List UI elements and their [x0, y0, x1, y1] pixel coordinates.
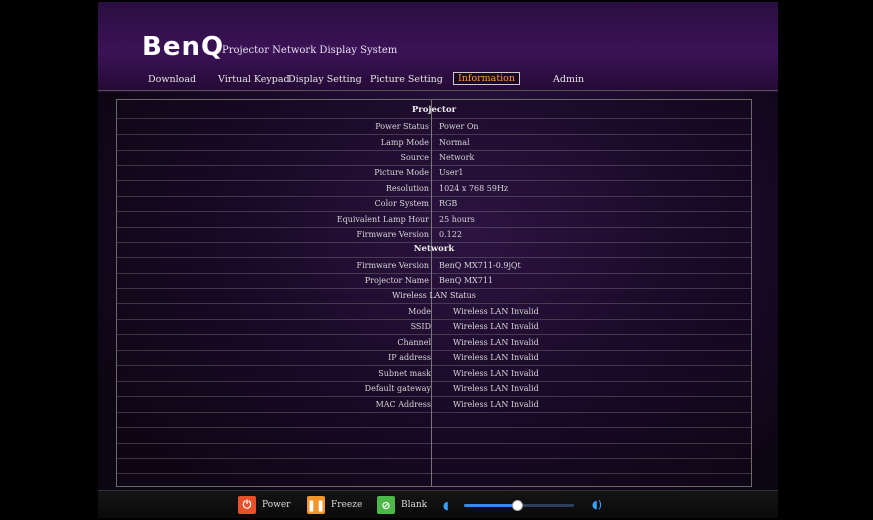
info-value: Wireless LAN Invalid: [453, 400, 539, 409]
nav-picture-setting[interactable]: Picture Setting: [370, 74, 443, 85]
info-value: Wireless LAN Invalid: [453, 384, 539, 393]
header: BenQ Projector Network Display System Do…: [98, 2, 778, 92]
wireless-title: Wireless LAN Status: [392, 291, 476, 300]
info-row: Picture Mode User1: [117, 165, 751, 181]
volume-up-icon[interactable]: ◖): [592, 498, 602, 511]
info-label: Firmware Version: [356, 261, 429, 270]
network-section-header: Network: [117, 242, 751, 258]
info-row: Color System RGB: [117, 196, 751, 212]
volume-slider-fill: [464, 504, 517, 507]
info-label: MAC Address: [375, 400, 431, 409]
info-label: Channel: [397, 338, 431, 347]
nav-virtual-keypad[interactable]: Virtual Keypad: [218, 74, 290, 85]
info-value: BenQ MX711: [439, 276, 494, 285]
info-label: SSID: [410, 322, 431, 331]
freeze-button[interactable]: ❚❚ Freeze: [307, 496, 362, 514]
info-value: Network: [439, 153, 475, 162]
wireless-section-header: Wireless LAN Status: [117, 288, 751, 304]
network-title: Network: [413, 244, 455, 254]
info-label: Color System: [374, 199, 429, 208]
projector-title: Projector: [411, 105, 457, 115]
info-label: Source: [400, 153, 430, 162]
power-icon: ⏻: [238, 496, 256, 514]
blank-icon: ⊘: [377, 496, 395, 514]
empty-row: [117, 412, 751, 428]
info-label: Projector Name: [364, 276, 429, 285]
info-value: BenQ MX711-0.9jQt: [439, 261, 521, 270]
benq-logo: BenQ: [142, 32, 225, 62]
info-value: 25 hours: [439, 215, 475, 224]
freeze-label: Freeze: [331, 500, 363, 510]
app-window: BenQ Projector Network Display System Do…: [0, 0, 873, 520]
info-row: Resolution 1024 x 768 59Hz: [117, 181, 751, 197]
info-row: SSID Wireless LAN Invalid: [117, 319, 751, 335]
info-row: Equivalent Lamp Hour 25 hours: [117, 212, 751, 228]
info-row: Channel Wireless LAN Invalid: [117, 335, 751, 351]
info-value: RGB: [439, 199, 458, 208]
info-row: Source Network: [117, 150, 751, 166]
info-value: User1: [439, 168, 464, 177]
info-label: Firmware Version: [356, 230, 429, 239]
main-nav: Download Virtual Keypad Display Setting …: [98, 72, 778, 88]
info-row: Firmware Version 0.122: [117, 227, 751, 243]
volume-slider[interactable]: [464, 500, 574, 511]
info-row: Default gateway Wireless LAN Invalid: [117, 381, 751, 397]
main-frame: BenQ Projector Network Display System Do…: [98, 2, 778, 518]
empty-row: [117, 458, 751, 474]
information-panel: Projector Power Status Power On Lamp Mod…: [116, 99, 752, 487]
empty-row: [117, 428, 751, 444]
info-value: Wireless LAN Invalid: [453, 353, 539, 362]
info-value: 0.122: [439, 230, 462, 239]
info-label: Default gateway: [364, 384, 431, 393]
blank-button[interactable]: ⊘ Blank: [377, 496, 427, 514]
info-label: Picture Mode: [374, 168, 429, 177]
info-row: Projector Name BenQ MX711: [117, 273, 751, 289]
app-subtitle: Projector Network Display System: [222, 45, 398, 56]
empty-row: [117, 443, 751, 459]
info-value: Wireless LAN Invalid: [453, 322, 539, 331]
info-label: Power Status: [375, 122, 429, 131]
info-row: Power Status Power On: [117, 119, 751, 135]
info-value: 1024 x 768 59Hz: [439, 184, 509, 193]
power-button[interactable]: ⏻ Power: [238, 496, 290, 514]
info-value: Normal: [439, 138, 470, 147]
volume-down-icon[interactable]: ◖: [443, 499, 449, 512]
info-row: Mode Wireless LAN Invalid: [117, 304, 751, 320]
volume-slider-thumb[interactable]: [511, 500, 523, 511]
info-label: Mode: [408, 307, 431, 316]
info-value: Power On: [439, 122, 479, 131]
nav-admin[interactable]: Admin: [553, 74, 584, 85]
blank-label: Blank: [401, 500, 428, 510]
control-bar: ⏻ Power ❚❚ Freeze ⊘ Blank ◖ ◖): [98, 490, 778, 518]
nav-divider: [98, 90, 778, 91]
info-row: IP address Wireless LAN Invalid: [117, 350, 751, 366]
info-label: IP address: [388, 353, 431, 362]
nav-information[interactable]: Information: [452, 72, 521, 85]
info-value: Wireless LAN Invalid: [453, 369, 539, 378]
info-label: Subnet mask: [378, 369, 431, 378]
nav-download[interactable]: Download: [148, 74, 196, 85]
info-label: Equivalent Lamp Hour: [336, 215, 429, 224]
info-value: Wireless LAN Invalid: [453, 307, 539, 316]
info-label: Lamp Mode: [380, 138, 429, 147]
info-row: MAC Address Wireless LAN Invalid: [117, 397, 751, 413]
pause-icon: ❚❚: [307, 496, 325, 514]
info-label: Resolution: [385, 184, 429, 193]
projector-section-header: Projector: [117, 103, 751, 119]
power-label: Power: [262, 500, 291, 510]
info-value: Wireless LAN Invalid: [453, 338, 539, 347]
info-row: Firmware Version BenQ MX711-0.9jQt: [117, 258, 751, 274]
nav-display-setting[interactable]: Display Setting: [288, 74, 362, 85]
info-row: Subnet mask Wireless LAN Invalid: [117, 366, 751, 382]
info-row: Lamp Mode Normal: [117, 135, 751, 151]
